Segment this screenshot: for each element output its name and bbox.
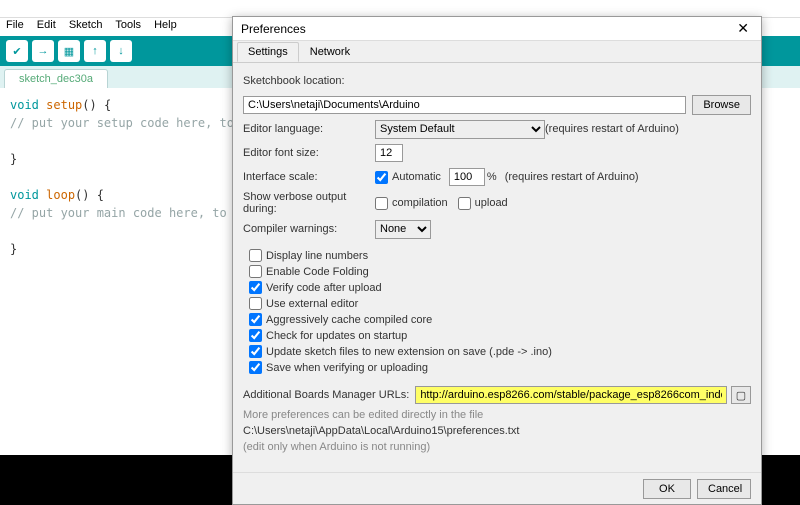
cache-label: Aggressively cache compiled core xyxy=(266,314,432,326)
upload-label: upload xyxy=(475,197,508,209)
preferences-dialog: Preferences ✕ Settings Network Sketchboo… xyxy=(232,16,762,505)
upload-checkbox[interactable] xyxy=(458,197,471,210)
cache-checkbox[interactable] xyxy=(249,313,262,326)
brace: () { xyxy=(75,188,104,202)
compile-checkbox[interactable] xyxy=(375,197,388,210)
ext-label: Update sketch files to new extension on … xyxy=(266,346,552,358)
fn-setup: setup xyxy=(46,98,82,112)
open-icon[interactable]: ↑ xyxy=(84,40,106,62)
scale-pct: % xyxy=(487,171,497,183)
restart-note2: (requires restart of Arduino) xyxy=(505,171,639,183)
folding-label: Enable Code Folding xyxy=(266,266,369,278)
linenum-checkbox[interactable] xyxy=(249,249,262,262)
dialog-tabs: Settings Network xyxy=(233,41,761,63)
folding-checkbox[interactable] xyxy=(249,265,262,278)
updates-label: Check for updates on startup xyxy=(266,330,407,342)
verify-label: Verify code after upload xyxy=(266,282,382,294)
scale-label: Interface scale: xyxy=(243,171,375,183)
linenum-label: Display line numbers xyxy=(266,250,368,262)
external-checkbox[interactable] xyxy=(249,297,262,310)
menu-file[interactable]: File xyxy=(6,19,24,31)
verify-icon[interactable]: ✔ xyxy=(6,40,28,62)
save-icon[interactable]: ↓ xyxy=(110,40,132,62)
verify-checkbox[interactable] xyxy=(249,281,262,294)
dialog-title-text: Preferences xyxy=(241,22,306,36)
ok-button[interactable]: OK xyxy=(643,479,691,499)
menu-edit[interactable]: Edit xyxy=(37,19,56,31)
compiler-warn-select[interactable]: None xyxy=(375,220,431,239)
dialog-footer: OK Cancel xyxy=(233,472,761,504)
close-icon[interactable]: ✕ xyxy=(733,20,753,37)
editor-lang-label: Editor language: xyxy=(243,123,375,135)
sketchbook-input[interactable] xyxy=(243,96,686,114)
save-label: Save when verifying or uploading xyxy=(266,362,428,374)
dialog-body: Sketchbook location: Browse Editor langu… xyxy=(233,63,761,473)
sketch-tab[interactable]: sketch_dec30a xyxy=(4,69,108,88)
new-icon[interactable]: ▦ xyxy=(58,40,80,62)
sketchbook-label: Sketchbook location: xyxy=(243,75,345,87)
automatic-label: Automatic xyxy=(392,171,441,183)
external-label: Use external editor xyxy=(266,298,358,310)
fn-loop: loop xyxy=(46,188,75,202)
updates-checkbox[interactable] xyxy=(249,329,262,342)
urls-input[interactable] xyxy=(415,386,727,404)
restart-note: (requires restart of Arduino) xyxy=(545,123,679,135)
editor-lang-select[interactable]: System Default xyxy=(375,120,545,139)
font-size-input[interactable] xyxy=(375,144,403,162)
compile-label: compilation xyxy=(392,197,448,209)
verbose-label: Show verbose output during: xyxy=(243,191,375,215)
prefs-path: C:\Users\netaji\AppData\Local\Arduino15\… xyxy=(243,425,751,437)
brace: () { xyxy=(82,98,111,112)
automatic-checkbox[interactable] xyxy=(375,171,388,184)
urls-label: Additional Boards Manager URLs: xyxy=(243,389,409,401)
tab-network[interactable]: Network xyxy=(299,42,361,62)
kw-void: void xyxy=(10,98,39,112)
dialog-titlebar: Preferences ✕ xyxy=(233,17,761,41)
menu-help[interactable]: Help xyxy=(154,19,177,31)
scale-input[interactable] xyxy=(449,168,485,186)
ext-checkbox[interactable] xyxy=(249,345,262,358)
kw-void: void xyxy=(10,188,39,202)
browse-button[interactable]: Browse xyxy=(692,95,751,115)
more-prefs-note: More preferences can be edited directly … xyxy=(243,409,751,421)
save-checkbox[interactable] xyxy=(249,361,262,374)
tab-settings[interactable]: Settings xyxy=(237,42,299,62)
edit-note: (edit only when Arduino is not running) xyxy=(243,441,751,453)
urls-expand-icon[interactable]: ▢ xyxy=(731,386,751,404)
menu-tools[interactable]: Tools xyxy=(115,19,141,31)
compiler-warn-label: Compiler warnings: xyxy=(243,223,375,235)
font-size-label: Editor font size: xyxy=(243,147,375,159)
upload-icon[interactable]: → xyxy=(32,40,54,62)
menu-sketch[interactable]: Sketch xyxy=(69,19,103,31)
cancel-button[interactable]: Cancel xyxy=(697,479,751,499)
